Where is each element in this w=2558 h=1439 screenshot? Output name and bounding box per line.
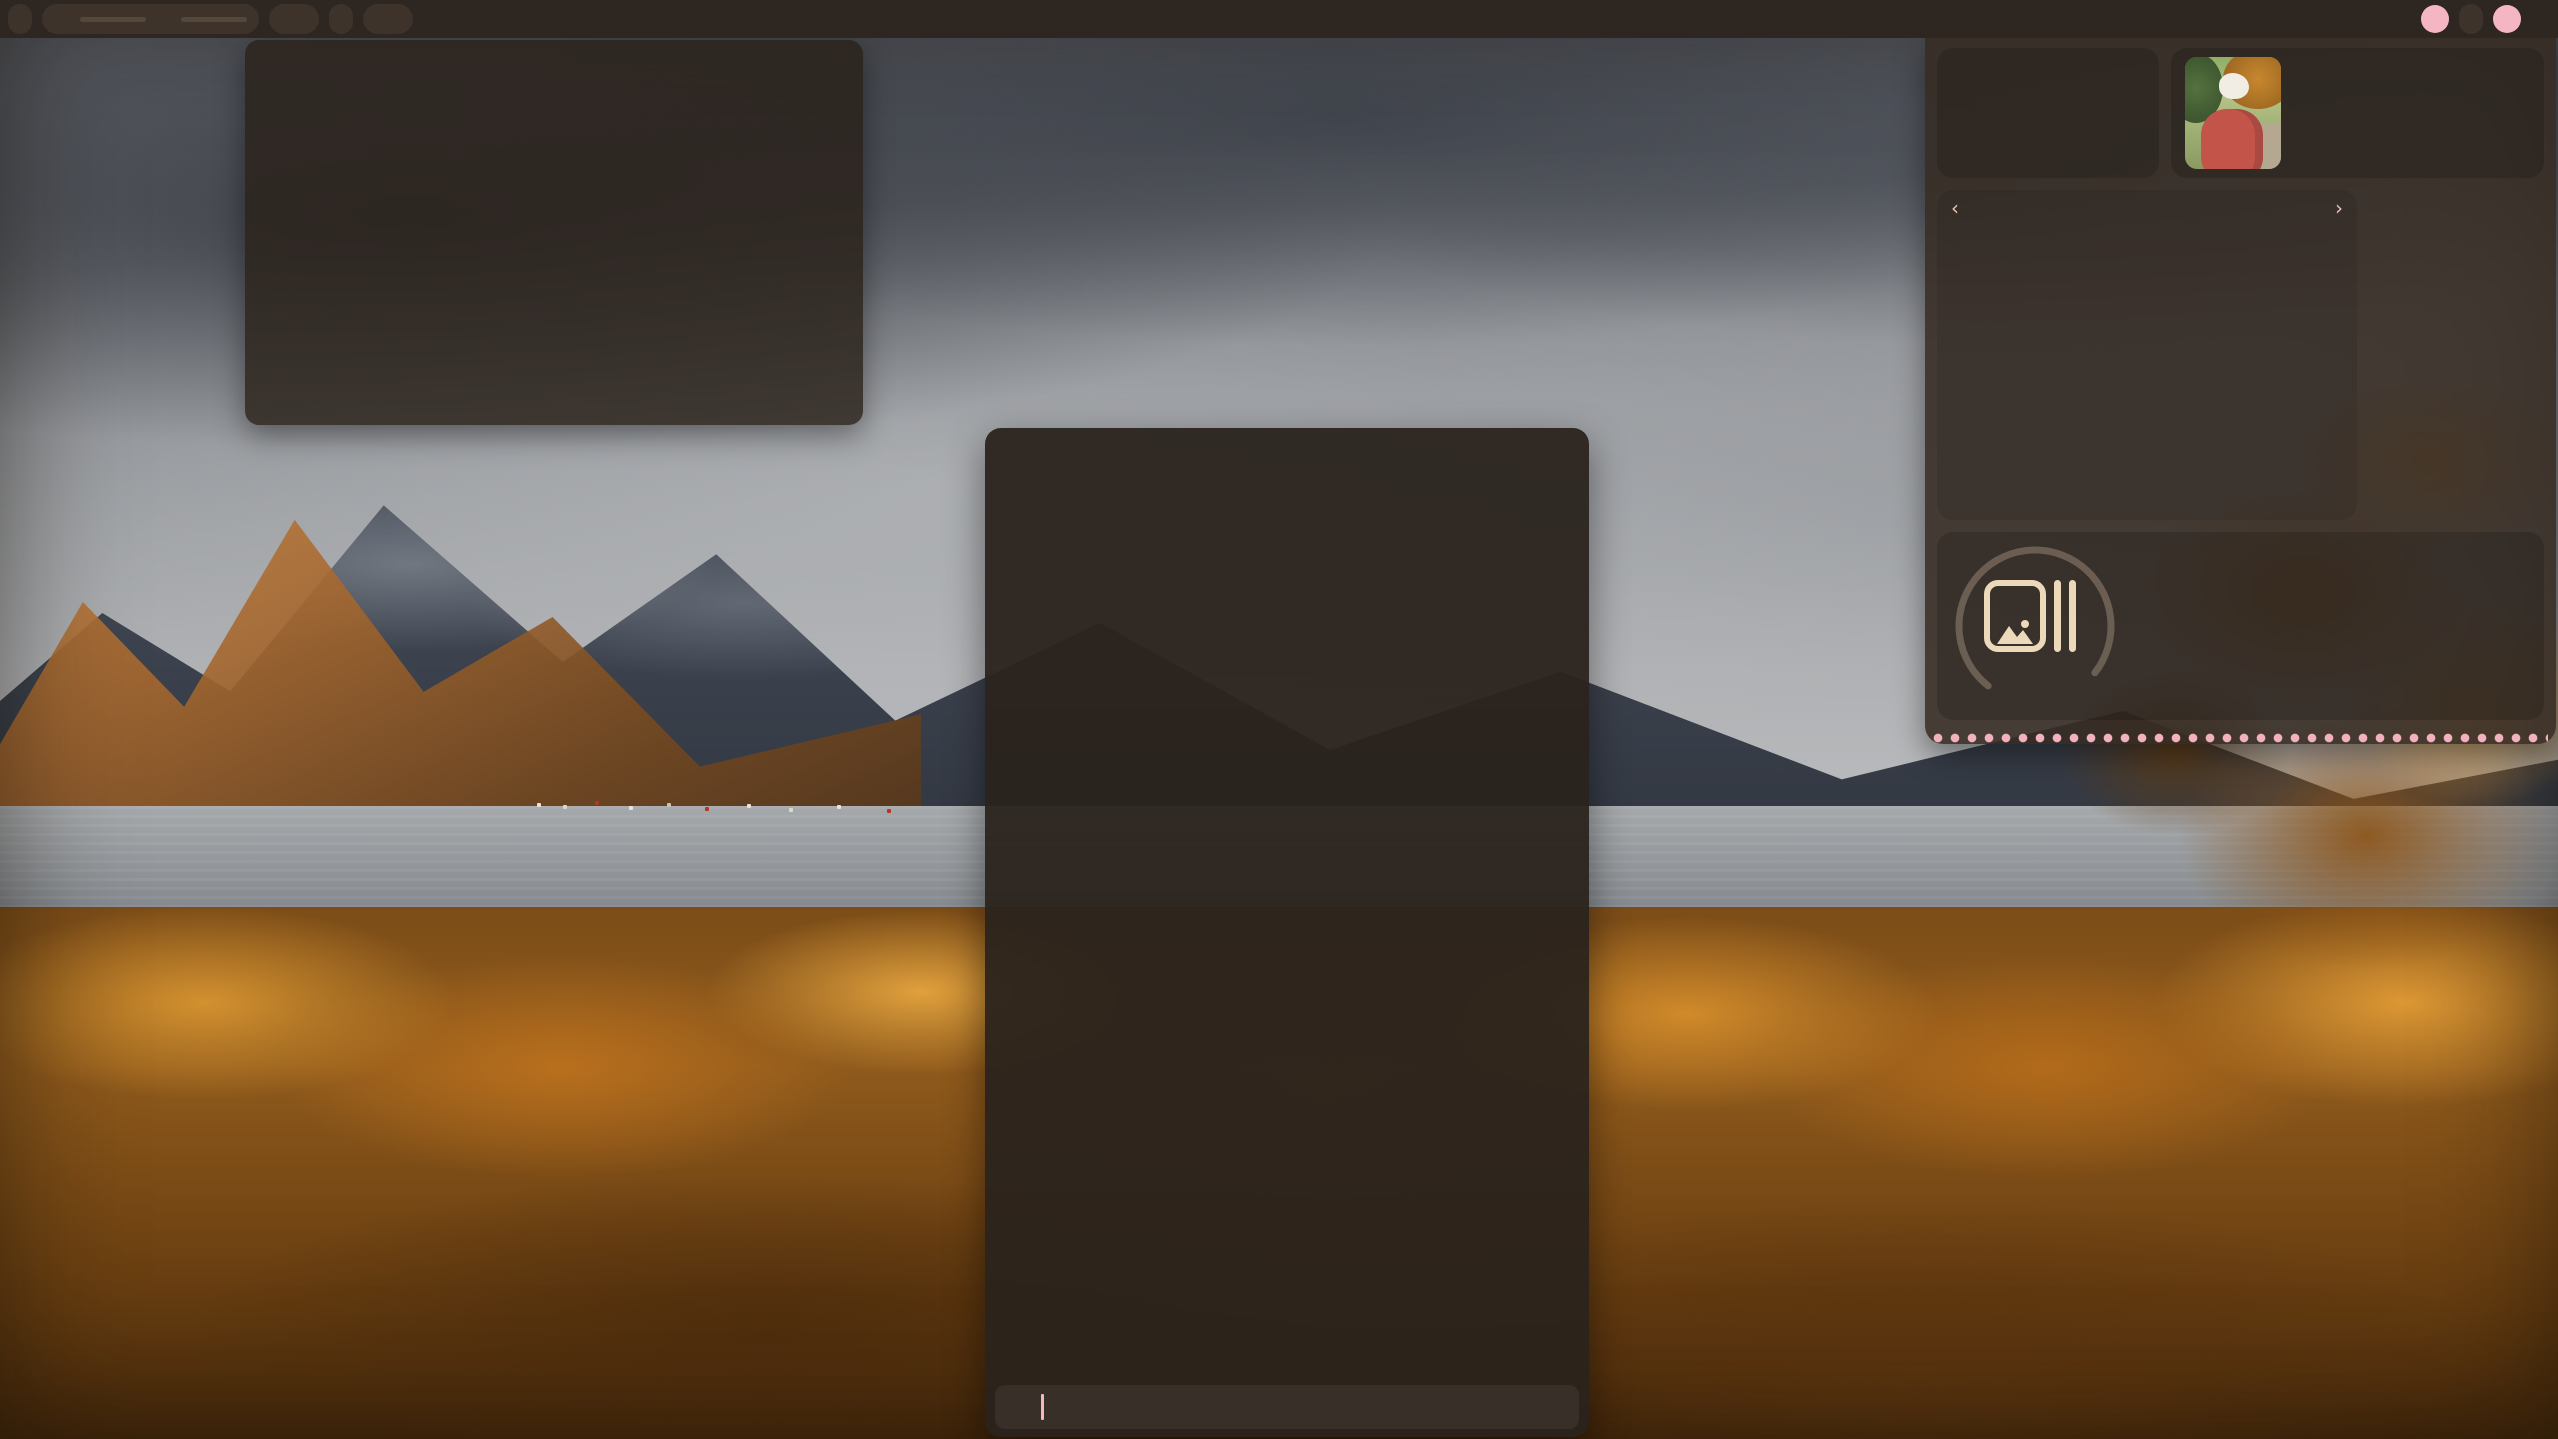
panel-dotted-border bbox=[1933, 733, 2548, 743]
launcher-search-bar[interactable] bbox=[995, 1385, 1579, 1429]
text-caret bbox=[1041, 1394, 1044, 1420]
package-updates-panel bbox=[245, 40, 863, 425]
search-icon bbox=[1009, 1398, 1027, 1416]
launcher-search-input[interactable] bbox=[1039, 1398, 1565, 1417]
system-monitor-pill[interactable] bbox=[329, 4, 353, 34]
idle-inhibitor-button[interactable] bbox=[2421, 5, 2449, 33]
system-info-card bbox=[2171, 48, 2544, 178]
top-bar-left bbox=[8, 0, 413, 38]
clock-pill[interactable] bbox=[2493, 5, 2521, 33]
workspaces-pill bbox=[8, 4, 32, 34]
media-player-card bbox=[1937, 532, 2544, 720]
media-status-pill[interactable] bbox=[269, 4, 319, 34]
calendar-next-button[interactable]: › bbox=[2325, 196, 2353, 220]
microphone-icon[interactable] bbox=[155, 11, 172, 28]
calendar-card: ‹ › bbox=[1937, 190, 2357, 520]
avatar bbox=[2185, 57, 2281, 169]
album-art-placeholder-icon bbox=[1984, 580, 2076, 652]
speaker-icon[interactable] bbox=[54, 11, 71, 28]
calendar-header: ‹ › bbox=[1937, 198, 2357, 224]
weather-card bbox=[1937, 48, 2159, 178]
app-launcher bbox=[985, 428, 1589, 1437]
sun-icon bbox=[1963, 78, 2025, 140]
system-tray bbox=[2459, 4, 2483, 34]
package-box-icon bbox=[375, 11, 392, 28]
mic-slider[interactable] bbox=[181, 17, 247, 22]
audio-pill bbox=[42, 4, 259, 34]
top-bar bbox=[0, 0, 2558, 38]
top-bar-right bbox=[2421, 0, 2550, 38]
control-panel: ‹ › bbox=[1925, 38, 2556, 744]
volume-slider[interactable] bbox=[80, 17, 146, 22]
resource-monitor-card bbox=[2369, 190, 2544, 520]
desktop-screen: ‹ › bbox=[0, 0, 2558, 1439]
package-updates-pill[interactable] bbox=[363, 4, 413, 34]
calendar-prev-button[interactable]: ‹ bbox=[1941, 196, 1969, 220]
notification-bell-icon[interactable] bbox=[2531, 10, 2550, 29]
media-slash-icon bbox=[281, 11, 298, 28]
